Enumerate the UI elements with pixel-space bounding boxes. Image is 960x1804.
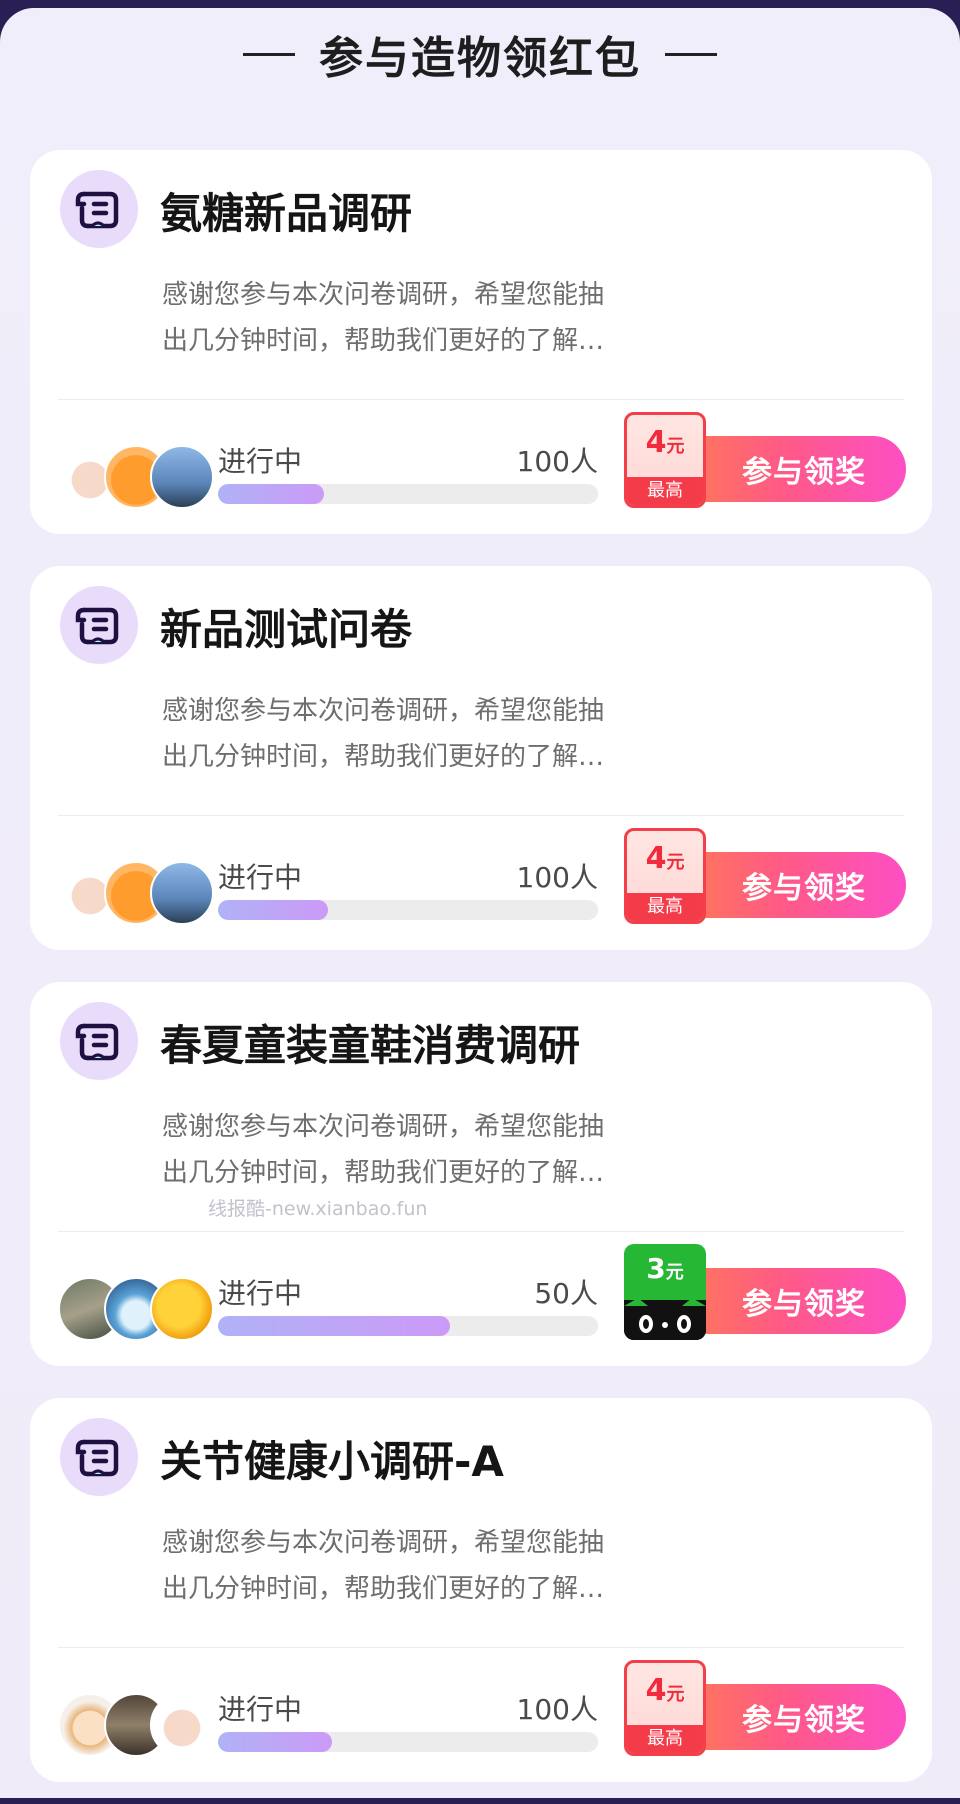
divider	[58, 815, 904, 816]
avatar	[150, 1277, 214, 1341]
participant-avatars	[58, 1277, 218, 1341]
description-line-1: 感谢您参与本次问卷调研，希望您能抽	[162, 1112, 605, 1142]
scroll-icon	[60, 1002, 138, 1080]
reward-badge: 4元 最高	[624, 412, 706, 508]
reward-max-label: 最高	[627, 893, 703, 921]
description-line-2: 出几分钟时间，帮助我们更好的了解…	[162, 1574, 605, 1604]
survey-title: 关节健康小调研-A	[160, 1437, 504, 1486]
claim-reward-label: 参与领奖	[742, 455, 866, 490]
reward-badge: 4元 最高	[624, 828, 706, 924]
header-dash-right	[665, 52, 717, 56]
progress-fill	[218, 1316, 450, 1336]
survey-card[interactable]: 关节健康小调研-A 感谢您参与本次问卷调研，希望您能抽 出几分钟时间，帮助我们更…	[30, 1398, 932, 1782]
header-dash-left	[243, 52, 295, 56]
claim-reward-label: 参与领奖	[742, 871, 866, 906]
survey-card[interactable]: 新品测试问卷 感谢您参与本次问卷调研，希望您能抽 出几分钟时间，帮助我们更好的了…	[30, 566, 932, 950]
survey-description: 感谢您参与本次问卷调研，希望您能抽 出几分钟时间，帮助我们更好的了解…	[162, 272, 682, 364]
participant-avatars	[58, 1693, 218, 1757]
status-label: 进行中	[218, 1693, 303, 1726]
watermark: 线报酷-new.xianbao.fun	[208, 1198, 428, 1220]
reward-badge: 3元	[624, 1244, 706, 1340]
participant-avatars	[58, 861, 218, 925]
survey-description: 感谢您参与本次问卷调研，希望您能抽 出几分钟时间，帮助我们更好的了解…	[162, 688, 682, 780]
scroll-icon	[60, 586, 138, 664]
reward-max-label: 最高	[627, 477, 703, 505]
divider	[58, 1231, 904, 1232]
progress-fill	[218, 900, 329, 920]
survey-title: 新品测试问卷	[160, 605, 413, 654]
scroll-icon	[60, 1418, 138, 1496]
survey-title: 春夏童装童鞋消费调研	[160, 1021, 581, 1070]
progress-bar	[218, 900, 598, 920]
participant-avatars	[58, 445, 218, 509]
description-line-2: 出几分钟时间，帮助我们更好的了解…	[162, 1158, 605, 1188]
avatar	[150, 861, 214, 925]
progress-fill	[218, 1732, 332, 1752]
survey-description: 感谢您参与本次问卷调研，希望您能抽 出几分钟时间，帮助我们更好的了解…	[162, 1104, 682, 1196]
reward-amount: 3元	[646, 1252, 684, 1285]
scroll-icon	[60, 170, 138, 248]
avatar	[150, 1693, 214, 1757]
status-label: 进行中	[218, 1277, 303, 1310]
description-line-1: 感谢您参与本次问卷调研，希望您能抽	[162, 1528, 605, 1558]
participant-count: 100人	[516, 1693, 598, 1726]
survey-title: 氨糖新品调研	[160, 189, 413, 238]
progress-bar	[218, 1316, 598, 1336]
participant-count: 100人	[516, 861, 598, 894]
claim-reward-label: 参与领奖	[742, 1703, 866, 1738]
progress-fill	[218, 484, 325, 504]
tmall-cat-icon	[624, 1298, 706, 1340]
participant-count: 100人	[516, 445, 598, 478]
reward-amount: 4元	[645, 841, 685, 876]
reward-amount: 4元	[645, 1673, 685, 1708]
section-header: 参与造物领红包	[0, 22, 960, 86]
reward-amount: 4元	[645, 425, 685, 460]
survey-card[interactable]: 氨糖新品调研 感谢您参与本次问卷调研，希望您能抽 出几分钟时间，帮助我们更好的了…	[30, 150, 932, 534]
reward-max-label: 最高	[627, 1725, 703, 1753]
status-label: 进行中	[218, 445, 303, 478]
claim-reward-label: 参与领奖	[742, 1287, 866, 1322]
description-line-1: 感谢您参与本次问卷调研，希望您能抽	[162, 280, 605, 310]
divider	[58, 1647, 904, 1648]
survey-description: 感谢您参与本次问卷调研，希望您能抽 出几分钟时间，帮助我们更好的了解…	[162, 1520, 682, 1612]
survey-card[interactable]: 春夏童装童鞋消费调研 感谢您参与本次问卷调研，希望您能抽 出几分钟时间，帮助我们…	[30, 982, 932, 1366]
status-label: 进行中	[218, 861, 303, 894]
progress-bar	[218, 1732, 598, 1752]
reward-badge: 4元 最高	[624, 1660, 706, 1756]
participant-count: 50人	[534, 1277, 598, 1310]
divider	[58, 399, 904, 400]
description-line-1: 感谢您参与本次问卷调研，希望您能抽	[162, 696, 605, 726]
avatar	[150, 445, 214, 509]
progress-bar	[218, 484, 598, 504]
section-title: 参与造物领红包	[319, 33, 641, 84]
description-line-2: 出几分钟时间，帮助我们更好的了解…	[162, 742, 605, 772]
description-line-2: 出几分钟时间，帮助我们更好的了解…	[162, 326, 605, 356]
